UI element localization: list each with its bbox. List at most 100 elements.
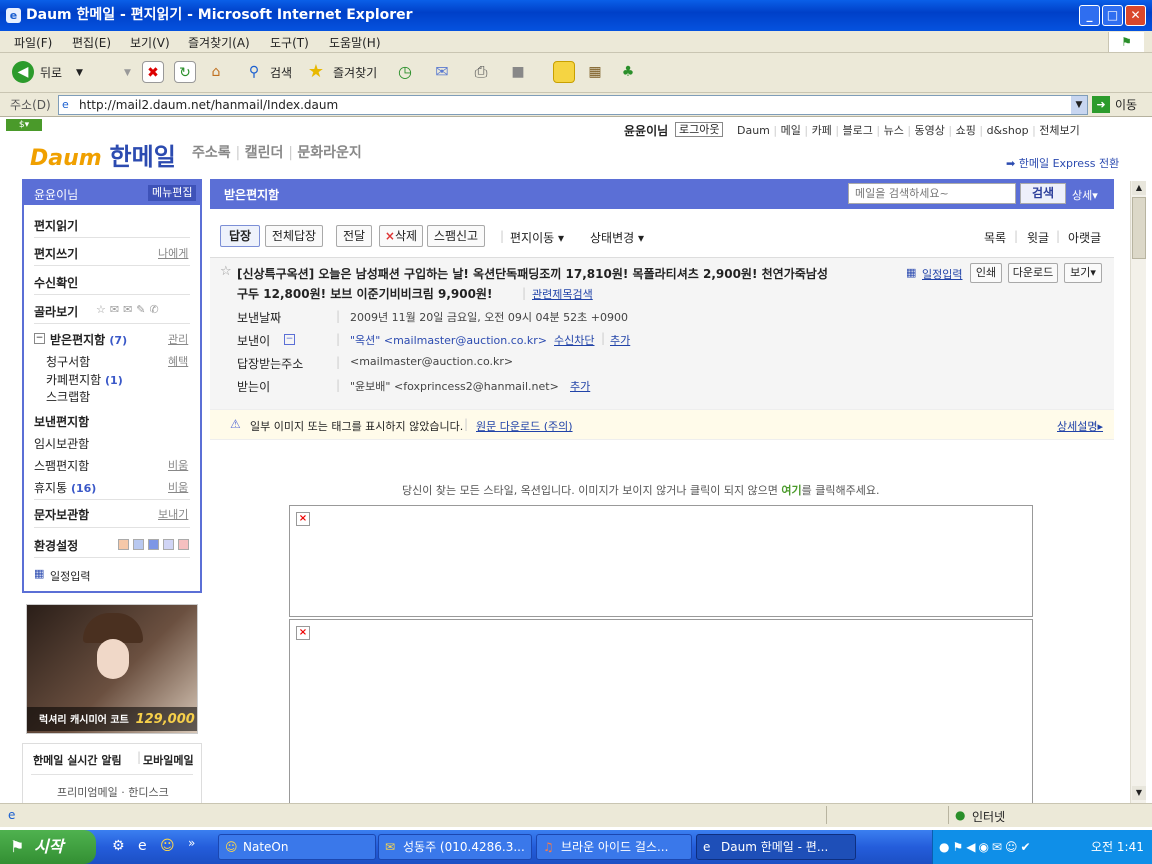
menu-edit[interactable]: 편집(E) — [72, 34, 111, 51]
spam-report-button[interactable]: 스팸신고 — [427, 225, 485, 247]
menu-file[interactable]: 파일(F) — [14, 34, 52, 51]
menu-edit-button[interactable]: 메뉴편집 — [148, 185, 197, 201]
quicklaunch-ie-icon[interactable]: e — [138, 838, 147, 854]
notice-detail-link[interactable]: 상세설명▸ — [1057, 418, 1103, 434]
trash-empty-link[interactable]: 비움 — [168, 479, 188, 495]
start-button[interactable]: ⚑ 시작 — [0, 830, 96, 864]
sidebar-cafe[interactable]: 카페편지함 (1) — [46, 371, 123, 388]
sidebar-trash[interactable]: 휴지통 (16) — [34, 479, 96, 496]
go-button[interactable]: 이동 — [1115, 96, 1137, 113]
menu-favorites[interactable]: 즐겨찾기(A) — [188, 34, 250, 51]
sidebar-sms[interactable]: 문자보관함 — [34, 506, 89, 523]
subnav-calendar[interactable]: 캘린더 — [245, 145, 284, 161]
nav-blog[interactable]: 블로그 — [843, 124, 873, 137]
status-dropdown[interactable]: 상태변경 ▾ — [590, 229, 644, 246]
back-dropdown-icon[interactable]: ▼ — [76, 61, 83, 85]
print-icon[interactable]: ⎙ — [470, 61, 492, 83]
logout-button[interactable]: 로그아웃 — [675, 122, 724, 137]
tray-icons[interactable]: ●⚑◀◉✉☺✔ — [939, 830, 1034, 864]
collapse-icon[interactable]: − — [34, 333, 45, 344]
messenger-icon[interactable]: ♣ — [617, 61, 639, 83]
sidebar-sent[interactable]: 보낸편지함 — [34, 413, 89, 430]
filter-icons[interactable]: ☆✉✉✎✆ — [96, 303, 163, 316]
nav-mail[interactable]: 메일 — [781, 124, 801, 137]
nav-daum[interactable]: Daum — [737, 124, 770, 137]
broken-image-2[interactable]: × — [289, 619, 1033, 803]
task-chat[interactable]: ✉ 성동주 (010.4286.3... — [378, 834, 532, 860]
address-dropdown-icon[interactable]: ▼ — [1071, 96, 1087, 114]
quicklaunch-icon[interactable]: ⚙ — [112, 838, 125, 854]
menu-view[interactable]: 보기(V) — [130, 34, 170, 51]
daum-logo[interactable]: Daum 한메일 — [30, 137, 176, 171]
sidebar-billing[interactable]: 청구서함 — [46, 353, 90, 370]
page-scrollbar[interactable]: ▲ ▼ — [1130, 181, 1146, 803]
forward-button[interactable]: 전달 — [336, 225, 372, 247]
sidebar-write[interactable]: 편지쓰기 — [34, 245, 78, 262]
move-dropdown[interactable]: 편지이동 ▾ — [510, 229, 564, 246]
task-nateon[interactable]: ☺ NateOn — [218, 834, 376, 860]
list-button[interactable]: 목록 — [984, 229, 1006, 246]
sidebar-read[interactable]: 편지읽기 — [34, 217, 78, 234]
nav-news[interactable]: 뉴스 — [884, 124, 904, 137]
reply-all-button[interactable]: 전체답장 — [265, 225, 323, 247]
mail-search-button[interactable]: 검색 — [1020, 183, 1066, 204]
view-dropdown[interactable]: 보기▾ — [1064, 263, 1102, 283]
spam-empty-link[interactable]: 비움 — [168, 457, 188, 473]
menu-help[interactable]: 도움말(H) — [329, 34, 381, 51]
favorites-star-icon[interactable]: ★ — [305, 61, 327, 83]
sidebar-schedule[interactable]: 일정입력 — [50, 568, 90, 584]
original-download-link[interactable]: 원문 다운로드 (주의) — [476, 418, 573, 434]
scroll-down-icon[interactable]: ▼ — [1132, 786, 1146, 800]
sidebar-draft[interactable]: 임시보관함 — [34, 435, 89, 452]
inbox-manage-link[interactable]: 관리 — [168, 331, 188, 347]
realtime-alert-link[interactable]: 한메일 실시간 알림 — [33, 752, 122, 768]
subnav-culture-lounge[interactable]: 문화라운지 — [297, 145, 361, 161]
favorites-button[interactable]: 즐겨찾기 — [333, 61, 377, 85]
nav-shopping[interactable]: 쇼핑 — [956, 124, 976, 137]
note-icon[interactable] — [553, 61, 575, 83]
history-icon[interactable]: ◷ — [394, 61, 416, 83]
mobile-mail-link[interactable]: 모바일메일 — [143, 752, 194, 768]
theme-swatch[interactable] — [178, 539, 189, 550]
add-recipient-link[interactable]: 추가 — [570, 378, 590, 394]
task-daum-mail[interactable]: e Daum 한메일 - 편... — [696, 834, 856, 860]
premium-link[interactable]: 프리미엄메일 · 한디스크 — [57, 784, 169, 800]
next-button[interactable]: 아랫글 — [1068, 229, 1101, 246]
body-here-link[interactable]: 여기 — [781, 484, 801, 497]
task-music[interactable]: ♫ 브라운 아이드 걸스... — [536, 834, 692, 860]
star-icon[interactable]: ☆ — [220, 264, 232, 279]
reply-button[interactable]: 답장 — [220, 225, 260, 247]
sidebar-spam[interactable]: 스팸편지함 — [34, 457, 89, 474]
toolbar-badge[interactable]: $▾ — [6, 119, 42, 131]
advanced-search-link[interactable]: 상세▾ — [1072, 187, 1098, 203]
sidebar-settings[interactable]: 환경설정 — [34, 537, 78, 554]
nav-video[interactable]: 동영상 — [915, 124, 945, 137]
close-button[interactable]: ✕ — [1125, 5, 1146, 26]
research-icon[interactable]: ▦ — [584, 61, 606, 83]
back-button[interactable]: 뒤로 — [40, 61, 62, 85]
theme-swatch[interactable] — [163, 539, 174, 550]
search-button[interactable]: 검색 — [270, 61, 292, 85]
mail-icon[interactable]: ✉ — [431, 61, 453, 83]
sms-send-link[interactable]: 보내기 — [158, 506, 188, 522]
go-arrow-icon[interactable]: ➜ — [1092, 96, 1110, 113]
address-input[interactable]: e http://mail2.daum.net/hanmail/Index.da… — [58, 95, 1088, 115]
express-link[interactable]: ➡ 한메일 Express 전환 — [1006, 155, 1119, 171]
sidebar-scrap[interactable]: 스크랩함 — [46, 388, 90, 405]
quicklaunch-more-icon[interactable]: » — [188, 836, 195, 850]
menu-tools[interactable]: 도구(T) — [270, 34, 309, 51]
nav-all[interactable]: 전체보기 — [1039, 124, 1079, 137]
home-icon[interactable]: ⌂ — [205, 61, 227, 83]
edit-icon[interactable]: ■ — [507, 61, 529, 83]
sidebar-inbox[interactable]: 받은편지함 (7) — [50, 331, 127, 348]
ad-banner[interactable]: 럭셔리 캐시미어 코트 129,000 — [26, 604, 198, 734]
block-sender-link[interactable]: 수신차단 — [554, 332, 594, 348]
scroll-thumb[interactable] — [1132, 197, 1146, 259]
sidebar-filter[interactable]: 골라보기 — [34, 303, 78, 320]
print-button[interactable]: 인쇄 — [970, 263, 1002, 283]
minimize-button[interactable]: _ — [1079, 5, 1100, 26]
related-search-link[interactable]: 관련제목검색 — [532, 286, 593, 302]
from-value[interactable]: "옥션" <mailmaster@auction.co.kr> — [350, 332, 547, 348]
nav-cafe[interactable]: 카페 — [812, 124, 832, 137]
sidebar-receipt[interactable]: 수신확인 — [34, 274, 78, 291]
